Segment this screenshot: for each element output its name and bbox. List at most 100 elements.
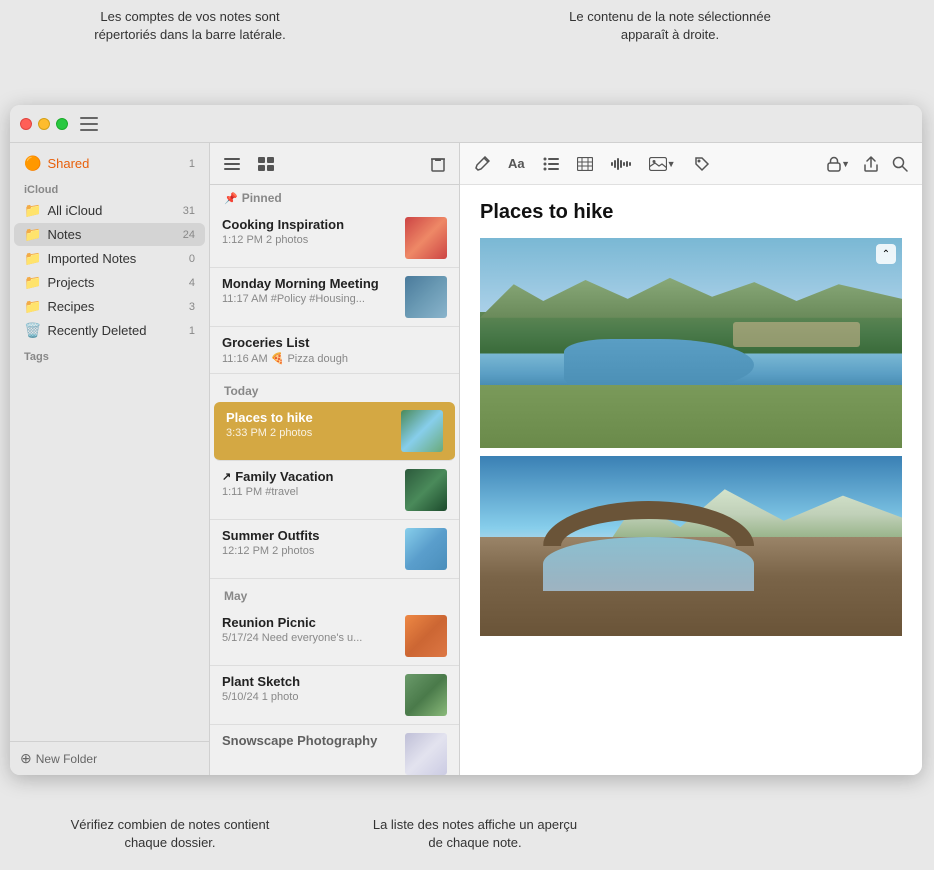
- list-view-button[interactable]: [222, 155, 242, 173]
- sidebar-recipes-label: Recipes: [47, 299, 94, 314]
- note-text-meeting: Monday Morning Meeting 11:17 AM #Policy …: [222, 276, 397, 305]
- note-item-reunion[interactable]: Reunion Picnic 5/17/24 Need everyone's u…: [210, 607, 459, 666]
- sidebar-recently-deleted-label: Recently Deleted: [47, 323, 146, 338]
- new-folder-icon: ⊕: [20, 750, 32, 767]
- annotation-bottom-left: Vérifiez combien de notes contient chaqu…: [70, 816, 270, 852]
- traffic-lights: [20, 118, 68, 130]
- annotation-bottom-right: La liste des notes affiche un aperçu de …: [370, 816, 580, 852]
- note-text-plant: Plant Sketch 5/10/24 1 photo: [222, 674, 397, 703]
- content-area: 🟠 Shared 1 iCloud 📁 All iCloud 31 📁 Note…: [10, 143, 922, 775]
- projects-icon: 📁: [24, 274, 41, 291]
- note-text-reunion: Reunion Picnic 5/17/24 Need everyone's u…: [222, 615, 397, 644]
- grid-view-button[interactable]: [256, 155, 276, 173]
- lock-button[interactable]: ▼: [825, 154, 852, 174]
- sidebar-toggle-button[interactable]: [80, 117, 98, 131]
- note-thumb-meeting: [405, 276, 447, 318]
- sidebar-item-recently-deleted[interactable]: 🗑️ Recently Deleted 1: [14, 319, 205, 342]
- shared-note-icon: ↗: [222, 470, 231, 483]
- detail-toolbar-right: ▼: [825, 154, 910, 174]
- note-text-cooking: Cooking Inspiration 1:12 PM 2 photos: [222, 217, 397, 246]
- sidebar-projects-label: Projects: [47, 275, 94, 290]
- note-image-1: ⌃: [480, 238, 902, 448]
- may-section-label: May: [210, 579, 459, 607]
- note-title-outfits: Summer Outfits: [222, 528, 397, 543]
- sidebar-projects-badge: 4: [179, 277, 195, 289]
- sidebar-item-recipes[interactable]: 📁 Recipes 3: [14, 295, 205, 318]
- note-item-plant[interactable]: Plant Sketch 5/10/24 1 photo: [210, 666, 459, 725]
- sidebar-item-projects[interactable]: 📁 Projects 4: [14, 271, 205, 294]
- share-button[interactable]: [862, 154, 880, 174]
- minimize-button[interactable]: [38, 118, 50, 130]
- note-meta-reunion: 5/17/24 Need everyone's u...: [222, 632, 397, 644]
- note-thumb-cooking: [405, 217, 447, 259]
- note-list-content: 📌 Pinned Cooking Inspiration 1:12 PM 2 p…: [210, 185, 459, 775]
- note-text-groceries: Groceries List 11:16 AM 🍕 Pizza dough: [222, 335, 447, 365]
- close-button[interactable]: [20, 118, 32, 130]
- sidebar-item-imported-notes[interactable]: 📁 Imported Notes 0: [14, 247, 205, 270]
- note-list: 📌 Pinned Cooking Inspiration 1:12 PM 2 p…: [210, 143, 460, 775]
- note-item-vacation[interactable]: ↗ Family Vacation 1:11 PM #travel: [210, 461, 459, 520]
- note-text-snowscape: Snowscape Photography: [222, 733, 397, 750]
- pinned-section: 📌 Pinned: [210, 185, 459, 209]
- note-meta-hike: 3:33 PM 2 photos: [226, 427, 393, 439]
- note-item-outfits[interactable]: Summer Outfits 12:12 PM 2 photos: [210, 520, 459, 579]
- titlebar: [10, 105, 922, 143]
- note-item-cooking[interactable]: Cooking Inspiration 1:12 PM 2 photos: [210, 209, 459, 268]
- table-button[interactable]: [575, 155, 595, 173]
- note-thumb-reunion: [405, 615, 447, 657]
- note-meta-meeting: 11:17 AM #Policy #Housing...: [222, 293, 397, 305]
- pinned-label-text: Pinned: [242, 191, 282, 205]
- notes-folder-icon: 📁: [24, 226, 41, 243]
- note-thumb-hike: [401, 410, 443, 452]
- maximize-button[interactable]: [56, 118, 68, 130]
- list-button[interactable]: [541, 155, 561, 173]
- note-image-2: [480, 456, 902, 636]
- edit-button[interactable]: [472, 154, 492, 174]
- note-meta-cooking: 1:12 PM 2 photos: [222, 234, 397, 246]
- imported-notes-icon: 📁: [24, 250, 41, 267]
- tag-button[interactable]: [692, 154, 712, 174]
- annotation-top-left: Les comptes de vos notes sont répertorié…: [80, 8, 300, 44]
- note-item-groceries[interactable]: Groceries List 11:16 AM 🍕 Pizza dough: [210, 327, 459, 374]
- new-folder-button[interactable]: ⊕ New Folder: [10, 741, 209, 775]
- note-item-snowscape[interactable]: Snowscape Photography: [210, 725, 459, 775]
- note-text-hike: Places to hike 3:33 PM 2 photos: [226, 410, 393, 439]
- all-icloud-icon: 📁: [24, 202, 41, 219]
- note-title-meeting: Monday Morning Meeting: [222, 276, 397, 291]
- annotation-top-right: Le contenu de la note sélectionnée appar…: [560, 8, 780, 44]
- note-image-container: ⌃: [480, 238, 902, 636]
- note-list-toolbar: [210, 143, 459, 185]
- sidebar-shared-label: Shared: [47, 156, 89, 171]
- note-title-groceries: Groceries List: [222, 335, 447, 350]
- note-title-plant: Plant Sketch: [222, 674, 397, 689]
- sidebar-notes-label: Notes: [47, 227, 81, 242]
- detail-toolbar-left: Aa: [472, 154, 712, 174]
- search-button[interactable]: [890, 154, 910, 174]
- sidebar-item-all-icloud[interactable]: 📁 All iCloud 31: [14, 199, 205, 222]
- recently-deleted-icon: 🗑️: [24, 322, 41, 339]
- sidebar-item-notes[interactable]: 📁 Notes 24: [14, 223, 205, 246]
- note-title-snowscape: Snowscape Photography: [222, 733, 397, 748]
- note-meta-vacation: 1:11 PM #travel: [222, 486, 397, 498]
- note-title-reunion: Reunion Picnic: [222, 615, 397, 630]
- media-button[interactable]: ▼: [647, 155, 678, 173]
- note-item-meeting[interactable]: Monday Morning Meeting 11:17 AM #Policy …: [210, 268, 459, 327]
- sidebar-all-icloud-badge: 31: [179, 205, 195, 217]
- audio-button[interactable]: [609, 155, 633, 173]
- delete-button[interactable]: [429, 154, 447, 174]
- notes-window: 🟠 Shared 1 iCloud 📁 All iCloud 31 📁 Note…: [10, 105, 922, 775]
- icloud-section-label: iCloud: [10, 176, 209, 198]
- note-thumb-vacation: [405, 469, 447, 511]
- note-thumb-outfits: [405, 528, 447, 570]
- note-text-vacation: ↗ Family Vacation 1:11 PM #travel: [222, 469, 397, 498]
- note-detail: Aa: [460, 143, 922, 775]
- sidebar-shared-badge: 1: [179, 158, 195, 170]
- note-thumb-snowscape: [405, 733, 447, 775]
- text-format-button[interactable]: Aa: [506, 154, 527, 173]
- note-item-hike[interactable]: Places to hike 3:33 PM 2 photos: [214, 402, 455, 461]
- note-detail-content: Places to hike: [460, 185, 922, 775]
- sidebar-item-shared[interactable]: 🟠 Shared 1: [14, 152, 205, 175]
- tags-section-label: Tags: [10, 343, 209, 365]
- note-list-toolbar-icons: [222, 155, 276, 173]
- shared-icon: 🟠: [24, 155, 41, 172]
